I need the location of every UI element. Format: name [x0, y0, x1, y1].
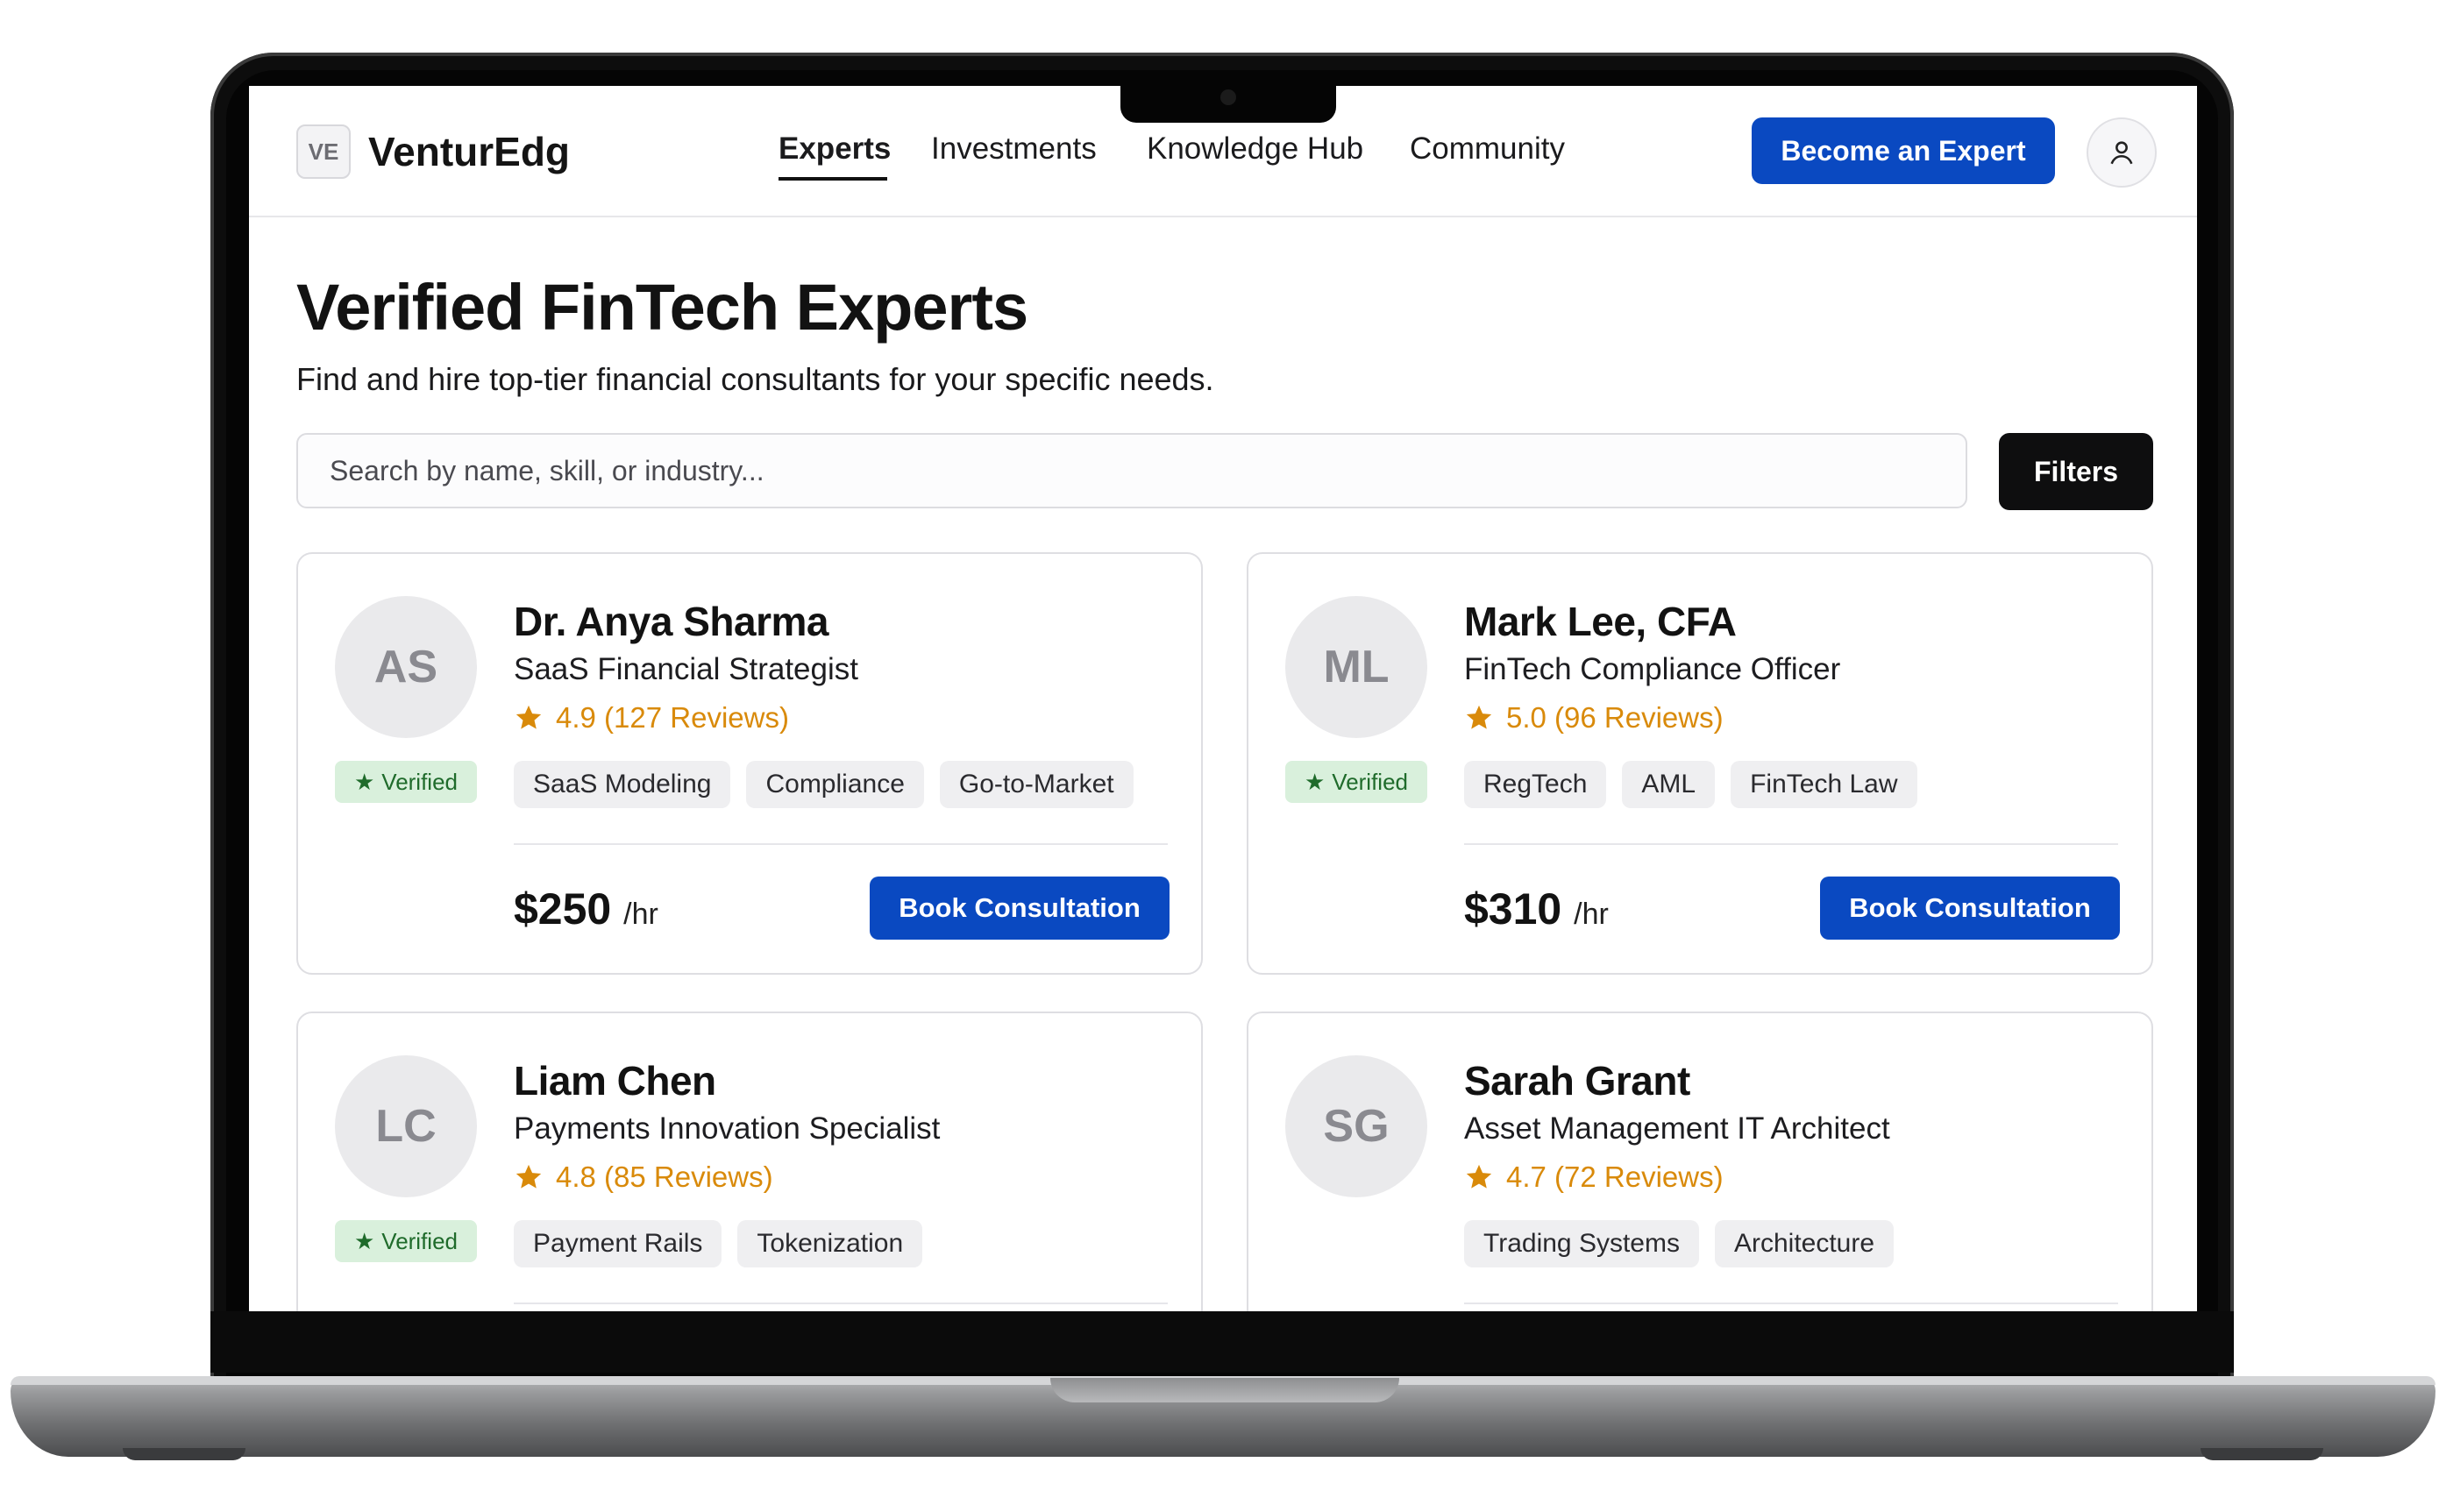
laptop-chin — [210, 1311, 2234, 1373]
rating-text: 4.8 (85 Reviews) — [556, 1161, 773, 1193]
skill-tags: Payment Rails Tokenization — [514, 1220, 923, 1267]
skill-tag[interactable]: Payment Rails — [514, 1220, 722, 1267]
card-divider — [1464, 843, 2118, 845]
laptop-foot — [2201, 1448, 2323, 1460]
avatar[interactable]: LC — [335, 1055, 477, 1197]
expert-role: FinTech Compliance Officer — [1464, 652, 1841, 686]
avatar[interactable]: SG — [1285, 1055, 1427, 1197]
expert-rating: 5.0 (96 Reviews) — [1464, 701, 1724, 735]
rating-text: 4.7 (72 Reviews) — [1506, 1161, 1724, 1193]
skill-tag[interactable]: Go-to-Market — [939, 761, 1134, 808]
expert-card: ML ★ Verified Mark Lee, CFA FinTech Comp… — [1247, 552, 2153, 975]
expert-card: SG Sarah Grant Asset Management IT Archi… — [1247, 1012, 2153, 1311]
rating-text: 4.9 (127 Reviews) — [556, 701, 789, 734]
verified-star-icon: ★ — [353, 1227, 375, 1254]
nav-investments[interactable]: Investments — [931, 131, 1097, 167]
expert-card: LC ★ Verified Liam Chen Payments Innovat… — [296, 1012, 1203, 1311]
expert-rating: 4.8 (85 Reviews) — [514, 1161, 773, 1194]
expert-role: Asset Management IT Architect — [1464, 1111, 1890, 1146]
expert-rating: 4.9 (127 Reviews) — [514, 701, 789, 735]
expert-card: AS ★ Verified Dr. Anya Sharma SaaS Finan… — [296, 552, 1203, 975]
price-amount: $250 — [514, 884, 612, 933]
user-icon — [2110, 141, 2133, 165]
search-placeholder: Search by name, skill, or industry... — [330, 454, 764, 486]
hourly-price: $250 /hr — [514, 884, 658, 934]
verified-badge: ★ Verified — [335, 761, 477, 803]
card-divider — [514, 1303, 1168, 1304]
logo-badge[interactable]: VE — [296, 124, 351, 179]
camera-lens — [1220, 89, 1236, 105]
verified-badge: ★ Verified — [335, 1220, 477, 1262]
price-unit: /hr — [1574, 898, 1609, 931]
skill-tag[interactable]: Tokenization — [737, 1220, 923, 1267]
price-amount: $310 — [1464, 884, 1562, 933]
skill-tags: Trading Systems Architecture — [1464, 1220, 1895, 1267]
skill-tag[interactable]: SaaS Modeling — [514, 761, 731, 808]
star-icon — [1466, 1164, 1492, 1189]
expert-name[interactable]: Sarah Grant — [1464, 1057, 1690, 1104]
star-icon — [516, 705, 542, 729]
profile-button[interactable] — [2087, 117, 2157, 188]
star-icon — [1466, 705, 1492, 729]
skill-tag[interactable]: AML — [1622, 761, 1716, 808]
verified-badge: ★ Verified — [1285, 761, 1427, 803]
skill-tags: RegTech AML FinTech Law — [1464, 761, 1917, 808]
laptop-foot — [123, 1448, 245, 1460]
skill-tag[interactable]: RegTech — [1464, 761, 1607, 808]
star-icon — [516, 1164, 542, 1189]
browser-screen: VE VenturEdg Experts Investments Knowled… — [249, 86, 2197, 1311]
skill-tags: SaaS Modeling Compliance Go-to-Market — [514, 761, 1134, 808]
expert-rating: 4.7 (72 Reviews) — [1464, 1161, 1724, 1194]
skill-tag[interactable]: Architecture — [1714, 1220, 1895, 1267]
page-title: Verified FinTech Experts — [296, 271, 1028, 344]
verified-label: Verified — [381, 1227, 459, 1254]
card-divider — [1464, 1303, 2118, 1304]
book-consultation-button[interactable]: Book Consultation — [1820, 877, 2120, 940]
nav-knowledge-hub[interactable]: Knowledge Hub — [1147, 131, 1363, 167]
expert-role: Payments Innovation Specialist — [514, 1111, 941, 1146]
nav-experts[interactable]: Experts — [779, 131, 891, 167]
avatar[interactable]: ML — [1285, 596, 1427, 738]
book-consultation-button[interactable]: Book Consultation — [870, 877, 1170, 940]
filters-button[interactable]: Filters — [1999, 433, 2153, 510]
laptop-thumb-cutout — [1050, 1378, 1399, 1402]
skill-tag[interactable]: Compliance — [746, 761, 924, 808]
hourly-price: $310 /hr — [1464, 884, 1609, 934]
expert-name[interactable]: Mark Lee, CFA — [1464, 598, 1737, 645]
price-unit: /hr — [623, 898, 658, 931]
page-subtitle: Find and hire top-tier financial consult… — [296, 361, 1214, 397]
skill-tag[interactable]: FinTech Law — [1731, 761, 1917, 808]
nav-community[interactable]: Community — [1410, 131, 1565, 167]
verified-label: Verified — [1332, 768, 1409, 795]
verified-star-icon: ★ — [353, 768, 375, 795]
logo-text[interactable]: VenturEdg — [368, 128, 570, 175]
avatar[interactable]: AS — [335, 596, 477, 738]
verified-star-icon: ★ — [1304, 768, 1326, 795]
rating-text: 5.0 (96 Reviews) — [1506, 701, 1724, 734]
expert-name[interactable]: Dr. Anya Sharma — [514, 598, 828, 645]
expert-name[interactable]: Liam Chen — [514, 1057, 716, 1104]
skill-tag[interactable]: Trading Systems — [1464, 1220, 1699, 1267]
search-input[interactable]: Search by name, skill, or industry... — [296, 433, 1967, 508]
nav-active-underline — [779, 177, 887, 181]
become-expert-button[interactable]: Become an Expert — [1752, 117, 2055, 184]
card-divider — [514, 843, 1168, 845]
expert-role: SaaS Financial Strategist — [514, 652, 858, 686]
verified-label: Verified — [381, 768, 459, 795]
